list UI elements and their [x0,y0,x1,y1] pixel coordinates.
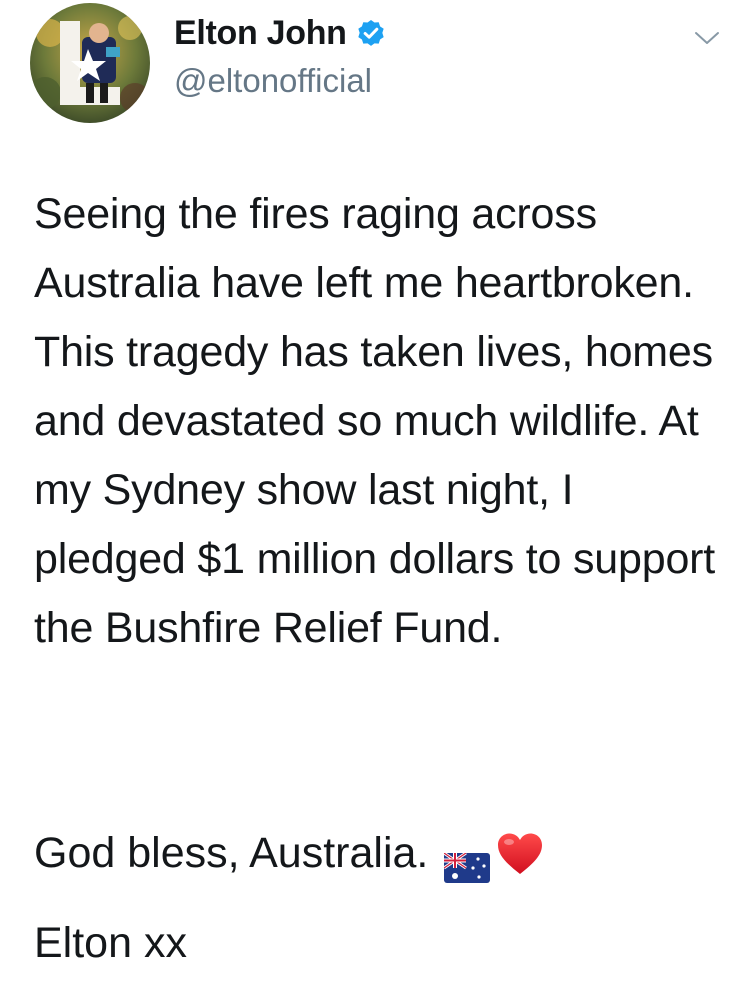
red-heart-emoji [496,831,544,875]
tweet-signoff: Elton xx [34,919,187,967]
tweet-body-text: Seeing the fires raging across Australia… [34,190,716,652]
display-name[interactable]: Elton John [174,14,347,53]
chevron-down-icon[interactable] [694,30,720,46]
australian-flag-emoji [443,838,491,883]
tweet-card: Elton John @eltonofficial Seeing the fir… [0,0,750,983]
avatar-image [30,3,150,123]
author-name-row[interactable]: Elton John [174,14,387,53]
tweet-blessing-line: God bless, Australia. [34,822,544,884]
verified-badge-icon [355,18,387,50]
author-handle[interactable]: @eltonofficial [174,62,372,100]
profile-avatar[interactable] [30,3,150,123]
blessing-text: God bless, Australia. [34,829,429,877]
